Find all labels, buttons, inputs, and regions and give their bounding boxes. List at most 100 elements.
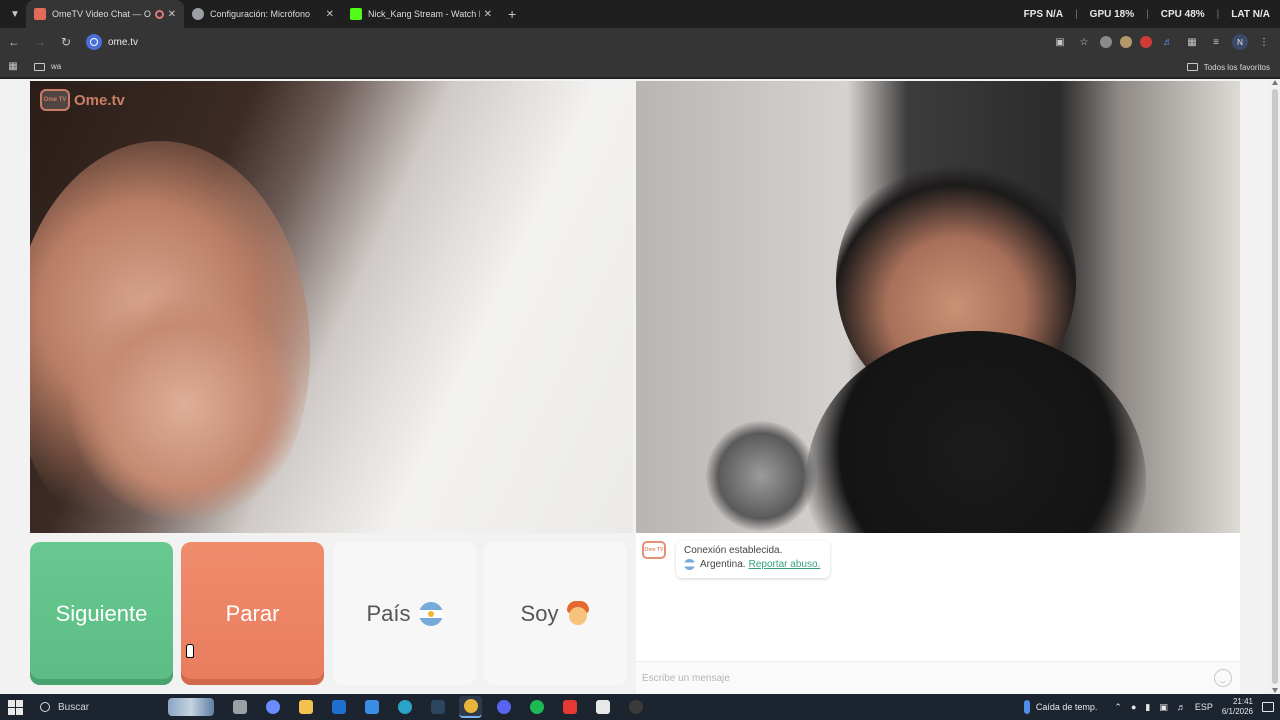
tray-volume-icon[interactable]: ♬ bbox=[1177, 702, 1186, 712]
taskbar-copilot-icon[interactable] bbox=[261, 696, 284, 718]
folder-icon bbox=[34, 62, 45, 71]
taskbar-task-view-icon[interactable] bbox=[228, 696, 251, 718]
taskbar-capcut-icon[interactable] bbox=[591, 696, 614, 718]
chat-panel: Ome TV Conexión establecida. Argentina. … bbox=[636, 533, 1240, 694]
site-info-icon[interactable] bbox=[86, 34, 102, 50]
video-hand bbox=[70, 291, 300, 521]
taskbar-obs-icon[interactable] bbox=[624, 696, 647, 718]
browser-toolbar: ← → ↻ ome.tv ▣ ☆ ♬ ▦ ≡ N ⋮ bbox=[0, 28, 1280, 56]
notifications-icon[interactable] bbox=[1262, 702, 1274, 712]
gender-label: Soy bbox=[520, 600, 559, 626]
scrollbar-thumb[interactable] bbox=[1272, 89, 1278, 684]
kick-favicon-icon bbox=[350, 8, 362, 20]
ometv-favicon-icon bbox=[34, 8, 46, 20]
thermometer-icon bbox=[1023, 700, 1030, 714]
system-message: Conexión establecida. Argentina. Reporta… bbox=[676, 541, 830, 578]
tab-close-icon[interactable]: ✕ bbox=[168, 9, 176, 20]
weather-widget[interactable]: Caída de temp. bbox=[1023, 700, 1098, 714]
install-app-icon[interactable]: ▣ bbox=[1052, 34, 1068, 50]
argentina-flag-icon bbox=[418, 601, 443, 626]
extension-adblock-icon[interactable] bbox=[1140, 36, 1152, 48]
extension-audio-icon[interactable]: ♬ bbox=[1160, 34, 1176, 50]
gender-button[interactable]: Soy bbox=[484, 542, 627, 685]
tray-network-icon[interactable]: ● bbox=[1131, 702, 1136, 712]
tab-title: OmeTV Video Chat — Ome bbox=[52, 9, 151, 19]
address-bar[interactable]: ome.tv bbox=[86, 31, 138, 53]
stat-cpu: CPU 48% bbox=[1160, 8, 1205, 20]
folder-icon bbox=[1186, 63, 1198, 71]
connection-status: Conexión establecida. bbox=[684, 545, 783, 556]
taskbar-store-icon[interactable] bbox=[360, 696, 383, 718]
ometv-chat-icon: Ome TV bbox=[642, 541, 666, 559]
windows-start-icon[interactable] bbox=[4, 696, 26, 718]
partner-country: Argentina. bbox=[700, 559, 746, 570]
taskbar-discord-icon[interactable] bbox=[492, 696, 515, 718]
reading-list-icon[interactable]: ≡ bbox=[1208, 34, 1224, 50]
boy-emoji-icon bbox=[566, 600, 590, 627]
taskbar-spotify-icon[interactable] bbox=[525, 696, 548, 718]
stranger-video: Ome TV Ome.tv bbox=[30, 81, 633, 533]
profile-avatar[interactable]: N bbox=[1232, 34, 1248, 50]
forward-arrow-icon[interactable]: → bbox=[28, 30, 52, 54]
report-abuse-link[interactable]: Reportar abuso. bbox=[749, 559, 821, 570]
tab-title: Configuración: Micrófono bbox=[210, 9, 311, 19]
reload-icon[interactable]: ↻ bbox=[54, 30, 78, 54]
tray-language[interactable]: ESP bbox=[1195, 702, 1213, 712]
page-scrollbar[interactable] bbox=[1270, 79, 1280, 694]
taskbar-outlook-icon[interactable] bbox=[327, 696, 350, 718]
tab-close-icon[interactable]: ✕ bbox=[326, 9, 334, 20]
taskbar-search[interactable]: Buscar bbox=[34, 696, 220, 718]
apps-grid-icon[interactable]: ▦ bbox=[2, 61, 24, 72]
emoji-picker-icon[interactable] bbox=[1214, 669, 1232, 687]
bookmark-star-icon[interactable]: ☆ bbox=[1076, 34, 1092, 50]
taskbar-edge-icon[interactable] bbox=[393, 696, 416, 718]
new-tab-plus-icon[interactable]: + bbox=[508, 6, 516, 22]
taskbar-chrome-icon[interactable] bbox=[459, 696, 482, 718]
next-button[interactable]: Siguiente bbox=[30, 542, 173, 685]
back-arrow-icon[interactable]: ← bbox=[2, 30, 26, 54]
taskbar-steam-icon[interactable] bbox=[426, 696, 449, 718]
video-cup bbox=[706, 421, 816, 531]
country-filter-button[interactable]: País bbox=[333, 542, 476, 685]
system-tray: Caída de temp. ⌃ ● ▮ ▣ ♬ ESP 21:41 6/1/2… bbox=[1023, 694, 1274, 720]
message-input[interactable] bbox=[642, 670, 1202, 686]
bookmark-label: wa bbox=[51, 62, 62, 71]
tab-settings-microphone[interactable]: Configuración: Micrófono ✕ bbox=[184, 0, 342, 28]
country-label: País bbox=[366, 600, 411, 626]
taskbar-file-explorer-icon[interactable] bbox=[294, 696, 317, 718]
url-text[interactable]: ome.tv bbox=[108, 37, 138, 48]
bookmark-folder-wa[interactable]: wa bbox=[34, 62, 61, 71]
extension-globe-icon[interactable] bbox=[1100, 36, 1112, 48]
performance-overlay: FPS N/A | GPU 18% | CPU 48% | LAT N/A bbox=[1023, 8, 1270, 20]
all-bookmarks-label: Todos los favoritos bbox=[1203, 62, 1270, 72]
recording-icon bbox=[154, 9, 164, 19]
search-icon bbox=[40, 702, 50, 712]
weather-text: Caída de temp. bbox=[1035, 702, 1098, 712]
tab-ometv[interactable]: OmeTV Video Chat — Ome ✕ bbox=[26, 0, 184, 28]
bookmarks-bar: ▦ wa Todos los favoritos bbox=[0, 56, 1280, 78]
tab-search-icon[interactable]: ▼ bbox=[4, 3, 26, 25]
all-bookmarks[interactable]: Todos los favoritos bbox=[1186, 56, 1270, 78]
self-video bbox=[636, 81, 1240, 533]
extensions-puzzle-icon[interactable]: ▦ bbox=[1184, 34, 1200, 50]
scroll-down-icon[interactable] bbox=[1272, 688, 1278, 693]
argentina-flag-icon bbox=[684, 559, 695, 570]
clock-time: 21:41 bbox=[1232, 697, 1253, 706]
stat-fps: FPS N/A bbox=[1023, 8, 1064, 20]
ometv-logo: Ome TV Ome.tv bbox=[40, 89, 125, 111]
settings-gear-icon bbox=[192, 8, 204, 20]
menu-kebab-icon[interactable]: ⋮ bbox=[1256, 34, 1272, 50]
stop-button[interactable]: Parar bbox=[181, 542, 324, 685]
taskbar-youtube-icon[interactable] bbox=[558, 696, 581, 718]
tray-display-icon[interactable]: ▣ bbox=[1159, 702, 1168, 713]
tray-chevron-up-icon[interactable]: ⌃ bbox=[1114, 702, 1122, 713]
taskbar-clock[interactable]: 21:41 6/1/2026 bbox=[1222, 697, 1253, 717]
tab-kick-stream[interactable]: Nick_Kang Stream - Watch Liv ✕ bbox=[342, 0, 500, 28]
tab-close-icon[interactable]: ✕ bbox=[484, 9, 492, 20]
extension-cookie-icon[interactable] bbox=[1120, 36, 1132, 48]
search-placeholder: Buscar bbox=[58, 701, 90, 713]
scroll-up-icon[interactable] bbox=[1272, 80, 1278, 85]
page-viewport: Ome TV Ome.tv Siguiente Parar País Soy O… bbox=[0, 79, 1280, 694]
stat-gpu: GPU 18% bbox=[1089, 8, 1135, 20]
tray-microphone-icon[interactable]: ▮ bbox=[1145, 702, 1150, 713]
